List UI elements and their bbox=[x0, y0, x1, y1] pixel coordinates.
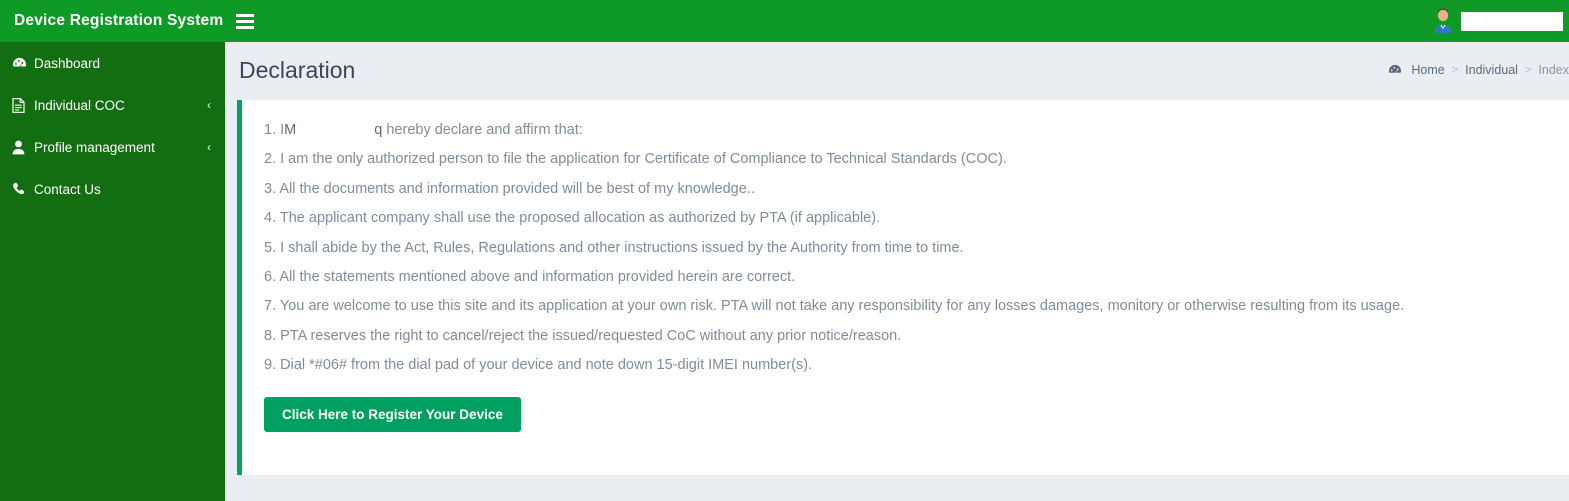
declaration-item-number: 8. bbox=[264, 327, 277, 344]
declarant-name-fragment-end: q bbox=[374, 122, 383, 138]
page-header: Declaration Home > Individual > Index bbox=[225, 42, 1569, 98]
sidebar-item-contact-us[interactable]: Contact Us bbox=[0, 168, 225, 210]
declaration-item-number: 5. bbox=[264, 239, 277, 256]
declaration-item-number: 1. bbox=[264, 122, 277, 138]
chevron-left-icon[interactable]: ‹ bbox=[207, 98, 211, 112]
declaration-item-1: 1. IM q hereby declare and affirm that: bbox=[242, 116, 1569, 145]
declaration-item-text: Dial *#06# from the dial pad of your dev… bbox=[280, 357, 813, 374]
declaration-item-text: You are welcome to use this site and its… bbox=[279, 298, 1405, 315]
sidebar-item-label: Profile management bbox=[34, 139, 155, 155]
main-content: Declaration Home > Individual > Index 1.… bbox=[225, 42, 1569, 501]
sidebar-item-profile-management[interactable]: Profile management ‹ bbox=[0, 126, 225, 168]
declaration-item-text: I am the only authorized person to file … bbox=[280, 151, 1007, 168]
phone-icon bbox=[12, 182, 34, 196]
hamburger-icon[interactable] bbox=[225, 0, 265, 42]
app-brand-title: Device Registration System bbox=[14, 12, 224, 29]
sidebar-item-label: Contact Us bbox=[34, 181, 101, 197]
declarant-name-redacted bbox=[296, 122, 375, 136]
register-device-button[interactable]: Click Here to Register Your Device bbox=[264, 396, 521, 433]
sidebar-item-label: Individual COC bbox=[34, 97, 125, 113]
sidebar-item-dashboard[interactable]: Dashboard bbox=[0, 42, 225, 84]
declaration-item-6: 6. All the statements mentioned above an… bbox=[242, 263, 1569, 292]
declaration-item-suffix: hereby declare and affirm that: bbox=[386, 122, 583, 138]
sidebar-nav: Dashboard Individual COC ‹ Profile manag… bbox=[0, 42, 225, 501]
declaration-item-number: 6. bbox=[264, 268, 277, 285]
chevron-left-icon[interactable]: ‹ bbox=[207, 140, 211, 154]
sidebar-item-label: Dashboard bbox=[34, 55, 101, 71]
user-menu[interactable] bbox=[1431, 0, 1569, 42]
declaration-item-text: All the statements mentioned above and i… bbox=[279, 268, 796, 285]
declaration-item-number: 2. bbox=[264, 151, 277, 168]
declaration-item-number: 4. bbox=[264, 210, 277, 227]
declaration-item-text: The applicant company shall use the prop… bbox=[279, 210, 881, 227]
sidebar-item-individual-coc[interactable]: Individual COC ‹ bbox=[0, 84, 225, 126]
page-title: Declaration bbox=[239, 56, 356, 83]
hamburger-bar-2 bbox=[236, 19, 254, 23]
declaration-item-4: 4. The applicant company shall use the p… bbox=[242, 204, 1569, 233]
breadcrumb-index: Index bbox=[1538, 63, 1569, 77]
declaration-item-9: 9. Dial *#06# from the dial pad of your … bbox=[242, 351, 1569, 380]
declaration-item-number: 9. bbox=[264, 357, 277, 374]
hamburger-bar-3 bbox=[236, 25, 254, 29]
breadcrumb: Home > Individual > Index bbox=[1388, 63, 1569, 77]
username-redacted bbox=[1461, 11, 1563, 31]
breadcrumb-separator: > bbox=[1451, 64, 1459, 76]
declaration-item-number: 7. bbox=[264, 298, 277, 315]
declaration-panel: 1. IM q hereby declare and affirm that: 2… bbox=[237, 100, 1569, 475]
dashboard-gauge-icon bbox=[1388, 64, 1402, 76]
declaration-item-3: 3. All the documents and information pro… bbox=[242, 175, 1569, 204]
top-header-bar: Device Registration System bbox=[0, 0, 1569, 42]
declaration-item-7: 7. You are welcome to use this site and … bbox=[242, 292, 1569, 321]
user-avatar-icon bbox=[1431, 8, 1455, 34]
document-file-icon bbox=[12, 97, 34, 113]
declaration-item-5: 5. I shall abide by the Act, Rules, Regu… bbox=[242, 234, 1569, 263]
declaration-item-8: 8. PTA reserves the right to cancel/reje… bbox=[242, 322, 1569, 351]
breadcrumb-individual[interactable]: Individual bbox=[1465, 63, 1518, 77]
dashboard-gauge-icon bbox=[12, 57, 34, 70]
declarant-name-fragment-start: M bbox=[284, 122, 297, 138]
declaration-item-text: I shall abide by the Act, Rules, Regulat… bbox=[280, 239, 964, 256]
breadcrumb-separator: > bbox=[1524, 64, 1532, 76]
hamburger-bar-1 bbox=[236, 13, 254, 17]
declaration-item-2: 2. I am the only authorized person to fi… bbox=[242, 145, 1569, 174]
declaration-item-number: 3. bbox=[264, 180, 277, 197]
declaration-item-text: PTA reserves the right to cancel/reject … bbox=[280, 327, 902, 344]
declaration-item-text: All the documents and information provid… bbox=[279, 180, 755, 197]
breadcrumb-home[interactable]: Home bbox=[1411, 63, 1444, 77]
user-icon bbox=[12, 140, 34, 155]
